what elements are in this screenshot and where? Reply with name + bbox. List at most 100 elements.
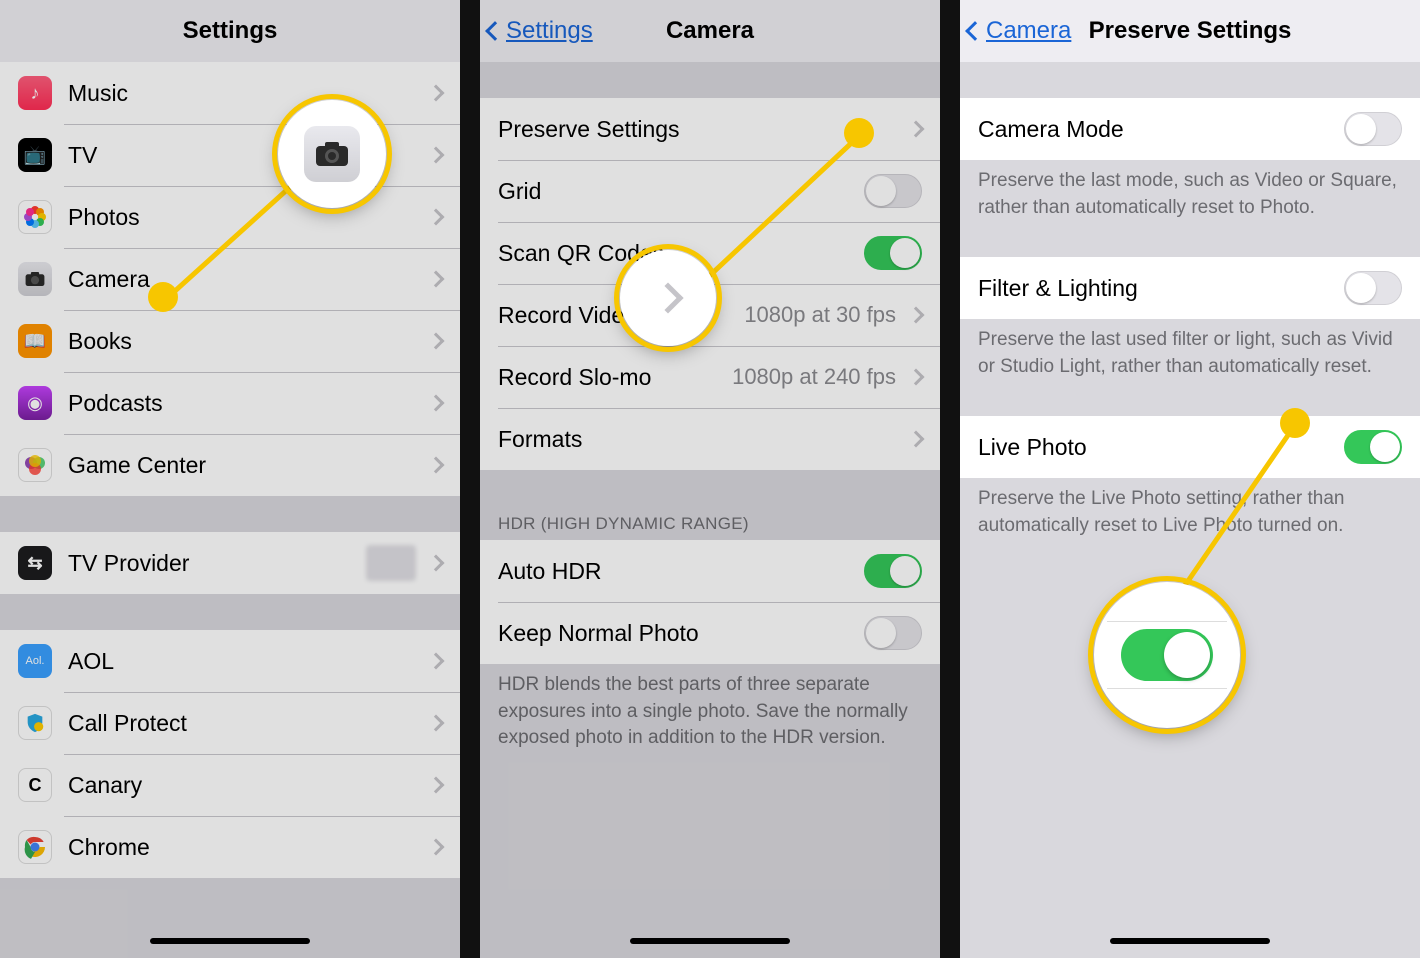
row-label: Canary [68, 772, 424, 799]
settings-row-books[interactable]: 📖 Books [0, 310, 460, 372]
settings-row-gc[interactable]: Game Center [0, 434, 460, 496]
row-label: Camera Mode [978, 116, 1344, 143]
row-label: Preserve Settings [498, 116, 904, 143]
screen-preserve-settings: Camera Preserve Settings Camera Mode Pres… [960, 0, 1420, 958]
canary-icon: C [18, 768, 52, 802]
highlight-dot [148, 282, 178, 312]
toggle[interactable] [1344, 112, 1402, 146]
toggle[interactable] [864, 174, 922, 208]
nav-title: Camera [666, 17, 754, 45]
group-footer: Preserve the last used filter or light, … [960, 319, 1420, 380]
toggle[interactable] [864, 616, 922, 650]
row-grid[interactable]: Grid [480, 160, 940, 222]
chevron-right-icon [428, 85, 445, 102]
row-label: Formats [498, 426, 904, 453]
callp-icon [18, 706, 52, 740]
chevron-left-icon [965, 21, 985, 41]
music-icon: ♪ [18, 76, 52, 110]
settings-row-camera[interactable]: Camera [0, 248, 460, 310]
row-label: Camera [68, 266, 424, 293]
row-live-photo[interactable]: Live Photo [960, 416, 1420, 478]
settings-row-photos[interactable]: Photos [0, 186, 460, 248]
chevron-right-icon [428, 333, 445, 350]
nav-title: Settings [183, 17, 278, 45]
tv-icon: 📺 [18, 138, 52, 172]
toggle[interactable] [1344, 271, 1402, 305]
home-indicator[interactable] [630, 938, 790, 944]
chevron-right-icon [652, 282, 683, 313]
chevron-right-icon [428, 395, 445, 412]
row-label: Auto HDR [498, 558, 864, 585]
row-formats[interactable]: Formats [480, 408, 940, 470]
row-record-slo-mo[interactable]: Record Slo-mo1080p at 240 fps [480, 346, 940, 408]
callout-toggle-on [1094, 582, 1240, 728]
callout-disclosure-chevron [620, 250, 716, 346]
row-label: Filter & Lighting [978, 275, 1344, 302]
row-label: Live Photo [978, 434, 1344, 461]
home-indicator[interactable] [1110, 938, 1270, 944]
navbar: Camera Preserve Settings [960, 0, 1420, 62]
photos-icon [18, 200, 52, 234]
settings-row-canary[interactable]: C Canary [0, 754, 460, 816]
settings-row-aol[interactable]: Aol. AOL [0, 630, 460, 692]
chevron-right-icon [908, 369, 925, 386]
back-label: Settings [506, 17, 593, 45]
tvp-icon: ⇆ [18, 546, 52, 580]
highlight-dot [844, 118, 874, 148]
row-value: 1080p at 30 fps [744, 302, 896, 328]
row-value: 1080p at 240 fps [732, 364, 896, 390]
group-header-hdr: HDR (HIGH DYNAMIC RANGE) [480, 506, 940, 540]
row-label: Podcasts [68, 390, 424, 417]
redacted-value [366, 545, 416, 581]
books-icon: 📖 [18, 324, 52, 358]
podcasts-icon: ◉ [18, 386, 52, 420]
settings-row-podcasts[interactable]: ◉ Podcasts [0, 372, 460, 434]
back-button[interactable]: Settings [488, 17, 593, 45]
nav-title: Preserve Settings [1089, 17, 1292, 45]
camera-app-icon [304, 126, 360, 182]
screen-camera: Settings Camera Preserve SettingsGridSca… [480, 0, 940, 958]
row-label: Game Center [68, 452, 424, 479]
settings-row-callp[interactable]: Call Protect [0, 692, 460, 754]
row-label: Grid [498, 178, 864, 205]
chevron-right-icon [428, 653, 445, 670]
row-label: Keep Normal Photo [498, 620, 864, 647]
group-footer: Preserve the Live Photo setting, rather … [960, 478, 1420, 539]
row-label: Record Slo-mo [498, 364, 732, 391]
back-label: Camera [986, 17, 1071, 45]
chevron-right-icon [908, 431, 925, 448]
row-label: Music [68, 80, 424, 107]
row-auto-hdr[interactable]: Auto HDR [480, 540, 940, 602]
toggle[interactable] [1344, 430, 1402, 464]
chevron-right-icon [908, 121, 925, 138]
row-camera-mode[interactable]: Camera Mode [960, 98, 1420, 160]
gc-icon [18, 448, 52, 482]
chevron-left-icon [485, 21, 505, 41]
row-label: Books [68, 328, 424, 355]
settings-row-chrome[interactable]: Chrome [0, 816, 460, 878]
toggle-on-preview [1121, 629, 1213, 681]
back-button[interactable]: Camera [968, 17, 1071, 45]
chevron-right-icon [428, 839, 445, 856]
settings-row-music[interactable]: ♪ Music [0, 62, 460, 124]
row-filter-lighting[interactable]: Filter & Lighting [960, 257, 1420, 319]
chevron-right-icon [428, 209, 445, 226]
group-footer-hdr: HDR blends the best parts of three separ… [480, 664, 940, 752]
row-label: Chrome [68, 834, 424, 861]
chevron-right-icon [428, 777, 445, 794]
callout-camera-icon [278, 100, 386, 208]
navbar: Settings [0, 0, 460, 62]
row-label: Photos [68, 204, 424, 231]
navbar: Settings Camera [480, 0, 940, 62]
chrome-icon [18, 830, 52, 864]
row-keep-normal-photo[interactable]: Keep Normal Photo [480, 602, 940, 664]
chevron-right-icon [428, 271, 445, 288]
home-indicator[interactable] [150, 938, 310, 944]
highlight-dot [1280, 408, 1310, 438]
row-label: AOL [68, 648, 424, 675]
settings-row-tvp[interactable]: ⇆ TV Provider [0, 532, 460, 594]
aol-icon: Aol. [18, 644, 52, 678]
toggle[interactable] [864, 236, 922, 270]
row-label: TV Provider [68, 550, 366, 577]
toggle[interactable] [864, 554, 922, 588]
